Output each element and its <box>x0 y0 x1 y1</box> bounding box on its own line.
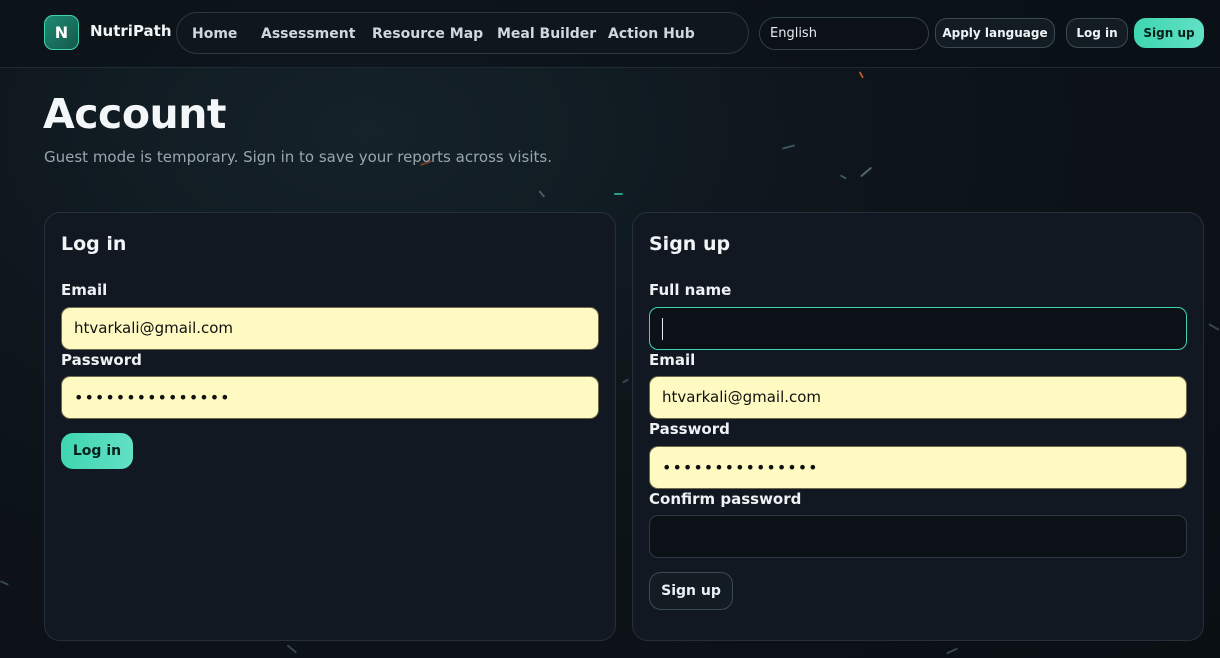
background-streak <box>840 174 847 180</box>
page-subtitle: Guest mode is temporary. Sign in to save… <box>44 148 552 166</box>
background-streak <box>1208 323 1220 331</box>
signup-confirm-label: Confirm password <box>649 490 802 508</box>
signup-card: Sign up Full name Email htvarkali@gmail.… <box>632 212 1204 641</box>
signup-fullname-label: Full name <box>649 281 732 299</box>
background-streak <box>782 144 795 150</box>
login-card-title: Log in <box>61 233 127 255</box>
signup-email-input[interactable]: htvarkali@gmail.com <box>649 376 1187 419</box>
signup-password-input[interactable]: ••••••••••••••• <box>649 446 1187 489</box>
logo-badge[interactable]: N <box>44 15 79 50</box>
background-streak <box>622 378 629 384</box>
nav-action-hub[interactable]: Action Hub <box>608 26 695 42</box>
header-signup-button[interactable]: Sign up <box>1134 18 1204 48</box>
background-streak <box>860 166 872 177</box>
signup-confirm-password-input[interactable] <box>649 515 1187 558</box>
background-streak <box>286 644 298 654</box>
language-input[interactable]: English <box>759 17 929 50</box>
page-title: Account <box>43 90 226 138</box>
signup-card-title: Sign up <box>649 233 731 255</box>
nav-assessment[interactable]: Assessment <box>261 26 355 42</box>
text-caret <box>662 317 663 340</box>
top-navigation-bar: N NutriPath Home Assessment Resource Map… <box>0 0 1220 68</box>
login-email-input[interactable]: htvarkali@gmail.com <box>61 307 599 350</box>
signup-email-label: Email <box>649 351 696 369</box>
signup-fullname-input[interactable] <box>649 307 1187 350</box>
apply-language-button[interactable]: Apply language <box>935 18 1055 48</box>
login-email-label: Email <box>61 281 108 299</box>
background-streak <box>614 193 623 195</box>
login-submit-button[interactable]: Log in <box>61 433 133 469</box>
signup-password-label: Password <box>649 420 730 438</box>
background-streak <box>859 71 864 79</box>
login-password-label: Password <box>61 351 142 369</box>
background-streak <box>946 647 958 654</box>
background-streak <box>0 580 9 586</box>
header-login-button[interactable]: Log in <box>1066 18 1128 48</box>
login-card: Log in Email htvarkali@gmail.com Passwor… <box>44 212 616 641</box>
login-password-input[interactable]: ••••••••••••••• <box>61 376 599 419</box>
signup-submit-button[interactable]: Sign up <box>649 572 733 610</box>
nav-home[interactable]: Home <box>192 26 237 42</box>
nav-resource-map[interactable]: Resource Map <box>372 26 483 42</box>
brand-name[interactable]: NutriPath <box>90 22 172 40</box>
main-nav: Home Assessment Resource Map Meal Builde… <box>176 12 749 54</box>
nav-meal-builder[interactable]: Meal Builder <box>497 26 596 42</box>
logo-letter: N <box>54 23 69 42</box>
background-streak <box>538 190 546 198</box>
